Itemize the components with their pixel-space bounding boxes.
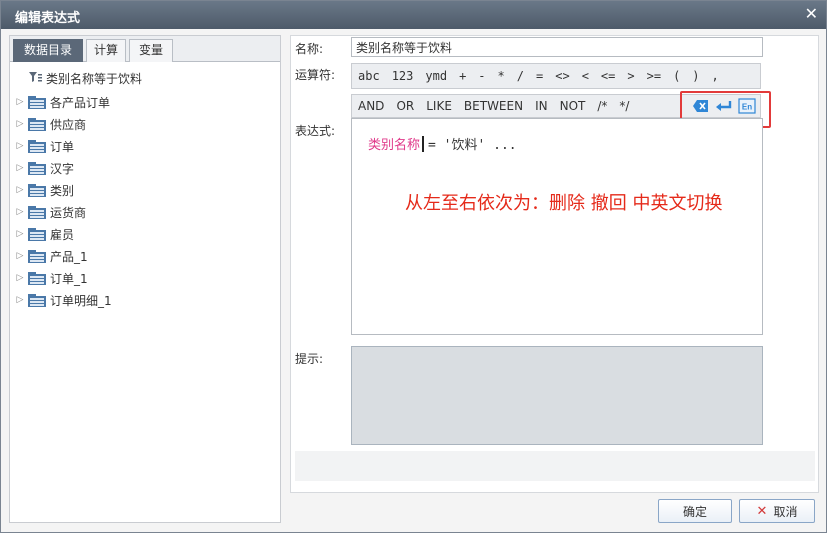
tree-item-label: 供应商 (50, 117, 87, 132)
tab-calculation[interactable]: 计算 (86, 39, 126, 62)
close-icon[interactable]: ✕ (805, 5, 818, 23)
table-folder-icon (28, 139, 46, 153)
expression-editor[interactable]: 类别名称 = '饮料' ... 从左至右依次为：删除 撤回 中英文切换 (351, 118, 763, 335)
table-folder-icon (28, 293, 46, 307)
filter-icon (28, 71, 42, 86)
op-greater[interactable]: > (621, 69, 640, 83)
op-multiply[interactable]: * (492, 69, 511, 83)
tree-item-label: 各产品订单 (50, 95, 111, 110)
table-folder-icon (28, 205, 46, 219)
expand-arrow-icon[interactable]: ▷ (14, 119, 26, 129)
text-cursor (422, 135, 425, 152)
op-open-paren[interactable]: ( (667, 69, 686, 83)
expand-arrow-icon[interactable]: ▷ (14, 185, 26, 195)
expression-rest: = '饮料' ... (428, 138, 517, 153)
cancel-x-icon: ✕ (756, 503, 768, 519)
tree-item[interactable]: ▷ 运货商 (14, 202, 86, 222)
dialog-title: 编辑表达式 (15, 11, 81, 26)
table-folder-icon (28, 271, 46, 285)
op-greater-equal[interactable]: >= (641, 69, 667, 83)
op-plus[interactable]: + (453, 69, 472, 83)
expand-arrow-icon[interactable]: ▷ (14, 229, 26, 239)
kw-and[interactable]: AND (352, 99, 390, 113)
table-folder-icon (28, 117, 46, 131)
expand-arrow-icon[interactable]: ▷ (14, 163, 26, 173)
tree-item-label: 产品_1 (50, 249, 88, 264)
kw-comment-close[interactable]: */ (613, 99, 635, 113)
op-minus[interactable]: - (472, 69, 491, 83)
operator-label: 运算符: (295, 68, 336, 82)
op-less-equal[interactable]: <= (595, 69, 621, 83)
tree-item-label: 汉字 (50, 161, 75, 176)
expand-arrow-icon[interactable]: ▷ (14, 251, 26, 261)
table-folder-icon (28, 95, 46, 109)
tree-item[interactable]: ▷ 订单 (14, 136, 74, 156)
tree-item-label: 订单明细_1 (50, 293, 112, 308)
tree-item-label: 订单_1 (50, 271, 88, 286)
kw-or[interactable]: OR (390, 99, 420, 113)
expand-arrow-icon[interactable]: ▷ (14, 273, 26, 283)
table-folder-icon (28, 227, 46, 241)
tree-item[interactable]: ▷ 供应商 (14, 114, 86, 134)
table-folder-icon (28, 249, 46, 263)
op-comma[interactable]: , (706, 69, 725, 83)
name-label: 名称: (295, 42, 324, 56)
tree-item[interactable]: ▷ 汉字 (14, 158, 74, 178)
hint-label: 提示: (295, 352, 324, 366)
op-not-equal[interactable]: <> (549, 69, 575, 83)
kw-between[interactable]: BETWEEN (458, 99, 529, 113)
tree-item[interactable]: ▷ 产品_1 (14, 246, 88, 266)
left-panel: 数据目录 计算 变量 类别名称等于饮料 ▷ 各产品订单 ▷ 供应商 ▷ 订单 ▷… (9, 35, 281, 523)
op-close-paren[interactable]: ) (686, 69, 705, 83)
expression-field-token[interactable]: 类别名称 (368, 134, 420, 153)
edit-expression-dialog: 编辑表达式 ✕ 数据目录 计算 变量 类别名称等于饮料 ▷ 各产品订单 ▷ 供应… (0, 0, 827, 533)
op-abc[interactable]: abc (352, 69, 386, 83)
tree-item[interactable]: ▷ 订单明细_1 (14, 290, 112, 310)
dialog-titlebar[interactable]: 编辑表达式 ✕ (1, 1, 826, 29)
operator-toolbar: abc 123 ymd + - * / = <> < <= > >= ( ) , (351, 63, 761, 89)
expression-label: 表达式: (295, 124, 336, 138)
expand-arrow-icon[interactable]: ▷ (14, 295, 26, 305)
tab-data-catalog[interactable]: 数据目录 (13, 39, 83, 62)
right-panel: 名称: 运算符: abc 123 ymd + - * / = <> < <= >… (290, 35, 819, 493)
annotation-text: 从左至右依次为：删除 撤回 中英文切换 (405, 193, 723, 214)
tab-bar: 数据目录 计算 变量 (10, 36, 280, 62)
cancel-button[interactable]: ✕ 取消 (739, 499, 815, 523)
op-123[interactable]: 123 (386, 69, 420, 83)
op-less[interactable]: < (576, 69, 595, 83)
expression-line: 类别名称 = '饮料' ... (368, 134, 517, 153)
ok-button[interactable]: 确定 (658, 499, 732, 523)
tree-root-label: 类别名称等于饮料 (46, 71, 143, 86)
op-ymd[interactable]: ymd (419, 69, 453, 83)
expand-arrow-icon[interactable]: ▷ (14, 207, 26, 217)
ok-button-label: 确定 (682, 504, 707, 519)
kw-in[interactable]: IN (529, 99, 554, 113)
kw-like[interactable]: LIKE (420, 99, 458, 113)
tree-item-label: 运货商 (50, 205, 87, 220)
tab-variables[interactable]: 变量 (129, 39, 173, 62)
tree-item[interactable]: ▷ 类别 (14, 180, 74, 200)
tree-item[interactable]: ▷ 订单_1 (14, 268, 88, 288)
op-divide[interactable]: / (511, 69, 530, 83)
table-folder-icon (28, 183, 46, 197)
tree-item[interactable]: ▷ 雇员 (14, 224, 74, 244)
tree-item-label: 雇员 (50, 227, 75, 242)
expand-arrow-icon[interactable]: ▷ (14, 141, 26, 151)
hint-box (351, 346, 763, 445)
op-equal[interactable]: = (530, 69, 549, 83)
cancel-button-label: 取消 (773, 504, 798, 519)
kw-comment-open[interactable]: /* (591, 99, 613, 113)
status-bar (295, 451, 815, 481)
tree-item[interactable]: ▷ 各产品订单 (14, 92, 110, 112)
tree-item-label: 类别 (50, 183, 75, 198)
table-folder-icon (28, 161, 46, 175)
tree-root-item[interactable]: 类别名称等于饮料 (28, 69, 142, 87)
name-input[interactable] (351, 37, 763, 57)
kw-not[interactable]: NOT (554, 99, 592, 113)
tree-item-label: 订单 (50, 139, 75, 154)
expand-arrow-icon[interactable]: ▷ (14, 97, 26, 107)
